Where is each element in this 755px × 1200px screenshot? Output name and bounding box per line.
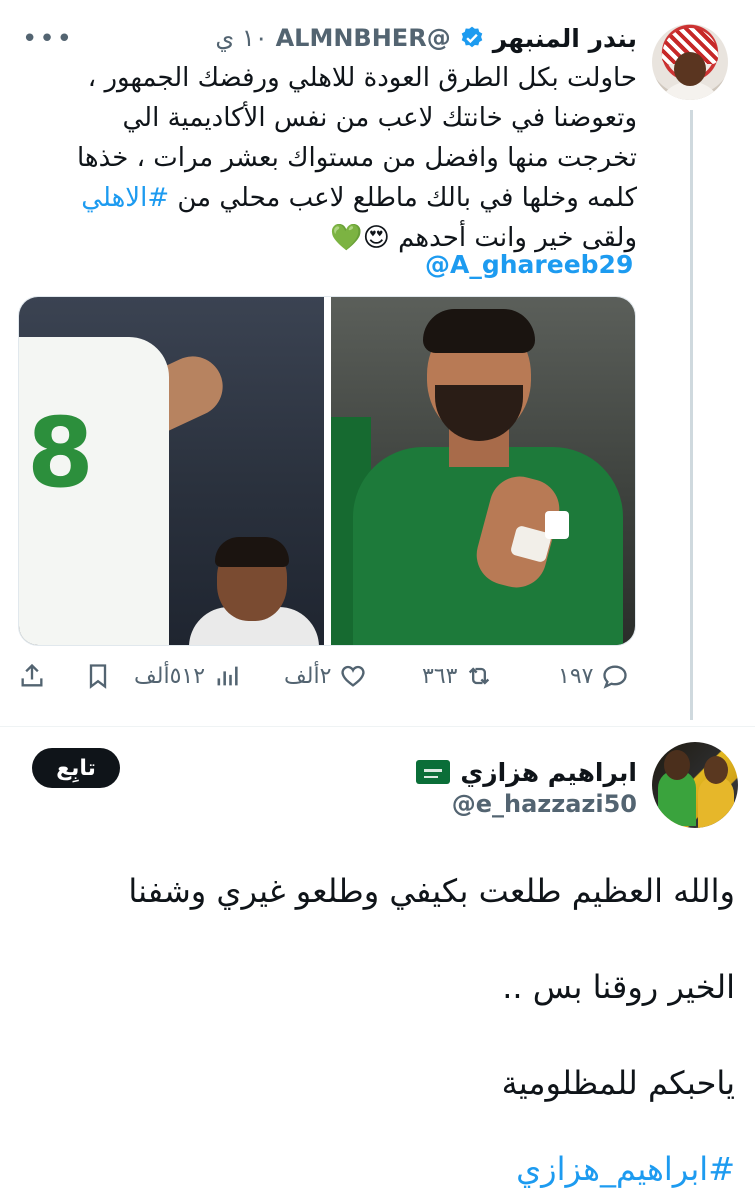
avatar-head (664, 750, 690, 780)
divider (0, 726, 755, 727)
author-handle[interactable]: @ALMNBHER (276, 24, 451, 52)
reply-hashtag-link[interactable]: #ابراهيم_هزازي (516, 1150, 735, 1188)
retweet-button[interactable]: ٣٦٣ (422, 654, 493, 698)
more-options-icon[interactable]: ••• (22, 24, 74, 54)
avatar-face (674, 52, 706, 86)
media-image-left[interactable]: 8 (19, 297, 324, 645)
retweets-count: ٣٦٣ (422, 663, 458, 689)
reply-button[interactable]: ١٩٧ (558, 654, 629, 698)
media-image-right[interactable] (331, 297, 635, 645)
tweet-line: كلمه وخلها في بالك ماطلع لاعب محلي من #ا… (17, 178, 637, 218)
bookmark-button[interactable] (84, 654, 112, 698)
tweet-line-text: كلمه وخلها في بالك ماطلع لاعب محلي من (177, 183, 637, 213)
share-button[interactable] (18, 654, 46, 698)
tweet-text: حاولت بكل الطرق العودة للاهلي ورفضك الجم… (17, 58, 637, 258)
author-avatar[interactable] (652, 24, 728, 100)
retweet-icon (469, 667, 490, 685)
club-crest (545, 511, 569, 539)
verified-badge-icon (461, 26, 482, 48)
reply-author-name[interactable]: ابراهيم هزازي (460, 758, 637, 787)
views-icon (217, 666, 238, 686)
hashtag-link[interactable]: #الاهلي (81, 183, 169, 213)
thread-line (690, 110, 693, 720)
mention-link[interactable]: @A_ghareeb29 (425, 250, 633, 279)
replies-count: ١٩٧ (558, 663, 594, 689)
tweet-line: حاولت بكل الطرق العودة للاهلي ورفضك الجم… (87, 63, 637, 93)
tweet-line: وتعوضنا في خانتك لاعب من نفس الأكاديمية … (122, 103, 637, 133)
author-name[interactable]: بندر المنبهر (493, 24, 637, 53)
likes-count: ٢ألف (284, 663, 332, 689)
views-button[interactable]: ٥١٢ألف (134, 654, 241, 698)
saudi-flag-icon (416, 760, 451, 784)
tweet-actions: ٥١٢ألف ٢ألف ٣٦٣ ١٩٧ (18, 654, 638, 698)
reply-author-handle[interactable]: @e_hazzazi50 (452, 790, 637, 818)
player-hair (423, 309, 535, 353)
heart-icon (341, 665, 366, 687)
tweet-media[interactable]: 8 (18, 296, 636, 646)
reply-author-avatar[interactable] (652, 742, 738, 828)
avatar-head (704, 756, 728, 784)
player-hair (215, 537, 289, 567)
jersey-number-graphic: 8 (27, 397, 94, 509)
reply-line: الخير روقنا بس .. (502, 968, 735, 1006)
follow-button[interactable]: تابِع (32, 748, 120, 788)
share-icon (21, 663, 43, 687)
like-button[interactable]: ٢ألف (284, 654, 367, 698)
reply-icon (603, 665, 628, 689)
views-count: ٥١٢ألف (134, 663, 206, 689)
tweet-header: بندر المنبهر @ALMNBHER ١٠ ي (215, 18, 637, 58)
tweet-line: تخرجت منها وافضل من مستواك بعشر مرات ، خ… (76, 143, 637, 173)
reply-line: والله العظيم طلعت بكيفي وطلعو غيري وشفنا (128, 872, 735, 910)
reply-line: ياحبكم للمظلومية (501, 1064, 735, 1102)
tweet-time[interactable]: ١٠ ي (215, 24, 267, 52)
reply-header: ابراهيم هزازي (416, 752, 637, 792)
bookmark-icon (89, 664, 107, 689)
